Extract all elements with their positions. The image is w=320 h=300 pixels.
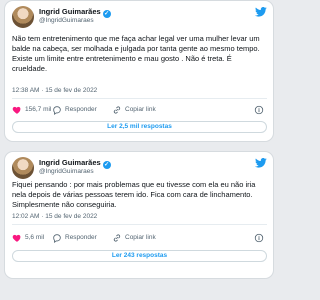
tweet-actions: 156,7 mil Responder Copiar link [12,105,267,115]
tweet-card[interactable]: Ingrid Guimarães ✓ @IngridGuimaraes Não t… [4,0,274,142]
like-count: 5,6 mil [25,234,45,241]
reply-button[interactable]: Responder [52,105,97,115]
tweet-actions: 5,6 mil Responder Copiar link [12,233,267,243]
heart-icon [12,106,21,114]
author-name[interactable]: Ingrid Guimarães [39,7,101,16]
tweet-date[interactable]: 15 de fev de 2022 [45,213,97,220]
avatar[interactable] [12,157,34,179]
like-button[interactable]: 156,7 mil [12,105,51,115]
like-count: 156,7 mil [25,106,52,113]
like-button[interactable]: 5,6 mil [12,233,44,243]
info-icon [254,105,264,115]
tweet-text: Fiquei pensando : por mais problemas que… [12,180,256,209]
verified-badge-icon: ✓ [102,161,111,169]
tweet-text: Não tem entretenimento que me faça achar… [12,34,260,73]
tweet-header: Ingrid Guimarães ✓ @IngridGuimaraes [12,6,267,28]
author-name[interactable]: Ingrid Guimarães [39,158,101,167]
twitter-bird-icon[interactable] [255,7,267,17]
info-button[interactable] [254,233,267,243]
read-replies-button[interactable]: Ler 2,5 mil respostas [12,121,267,133]
reply-bubble-icon [53,106,61,115]
reply-button[interactable]: Responder [52,233,97,243]
copy-link-button[interactable]: Copiar link [112,233,156,243]
link-icon [113,106,121,114]
tweet-timestamp[interactable]: 12:38 AM · 15 de fev de 2022 [12,87,97,95]
reply-label: Responder [65,106,97,113]
info-button[interactable] [254,105,267,115]
tweet-time[interactable]: 12:38 AM [12,87,39,94]
divider [12,98,267,99]
avatar[interactable] [12,6,34,28]
author-handle[interactable]: @IngridGuimaraes [39,168,94,176]
copy-link-label: Copiar link [125,106,156,113]
tweet-timestamp[interactable]: 12:02 AM · 15 de fev de 2022 [12,213,97,221]
divider [12,224,267,225]
tweet-card[interactable]: Ingrid Guimarães ✓ @IngridGuimaraes Fique… [4,151,274,279]
tweet-time[interactable]: 12:02 AM [12,213,39,220]
reply-bubble-icon [53,234,61,243]
tweet-date[interactable]: 15 de fev de 2022 [45,87,97,94]
link-icon [113,234,121,242]
copy-link-button[interactable]: Copiar link [112,105,156,115]
info-icon [254,233,264,243]
copy-link-label: Copiar link [125,234,156,241]
verified-badge-icon: ✓ [102,10,111,18]
reply-label: Responder [65,234,97,241]
tweet-header: Ingrid Guimarães ✓ @IngridGuimaraes [12,157,267,179]
read-replies-button[interactable]: Ler 243 respostas [12,250,267,262]
twitter-bird-icon[interactable] [255,158,267,168]
author-handle[interactable]: @IngridGuimaraes [39,17,94,25]
heart-icon [12,234,21,242]
